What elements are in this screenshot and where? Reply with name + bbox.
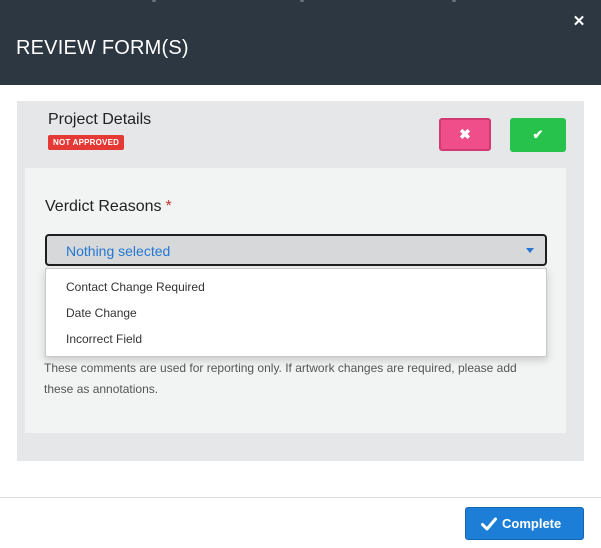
modal-title: REVIEW FORM(S) xyxy=(16,37,189,59)
reject-button[interactable]: ✖ xyxy=(439,118,491,151)
dropdown-option-incorrect-field[interactable]: Incorrect Field xyxy=(46,326,546,352)
check-icon xyxy=(481,517,497,531)
project-title: Project Details xyxy=(48,111,152,128)
approve-button[interactable]: ✔ xyxy=(510,118,566,152)
caret-down-icon xyxy=(526,248,534,253)
verdict-reasons-select[interactable]: Nothing selected xyxy=(45,234,547,266)
select-value: Nothing selected xyxy=(66,243,171,259)
dropdown-option-date-change[interactable]: Date Change xyxy=(46,300,546,326)
dropdown-option-contact-change[interactable]: Contact Change Required xyxy=(46,274,546,300)
status-badge: NOT APPROVED xyxy=(48,135,125,150)
x-icon: ✖ xyxy=(459,126,471,142)
complete-button[interactable]: Complete xyxy=(465,507,584,540)
verdict-label-text: Verdict Reasons xyxy=(45,198,162,215)
modal-footer: Complete xyxy=(0,497,601,548)
comments-help-text: These comments are used for reporting on… xyxy=(44,361,517,396)
modal-header: REVIEW FORM(S) ✕ xyxy=(0,0,601,85)
verdict-reasons-dropdown: Contact Change Required Date Change Inco… xyxy=(45,268,547,357)
check-icon: ✔ xyxy=(532,127,544,142)
header-decoration xyxy=(0,0,601,3)
verdict-reasons-label: Verdict Reasons * xyxy=(45,198,172,216)
close-icon[interactable]: ✕ xyxy=(571,14,587,30)
complete-label: Complete xyxy=(502,516,562,531)
required-marker: * xyxy=(165,198,172,215)
